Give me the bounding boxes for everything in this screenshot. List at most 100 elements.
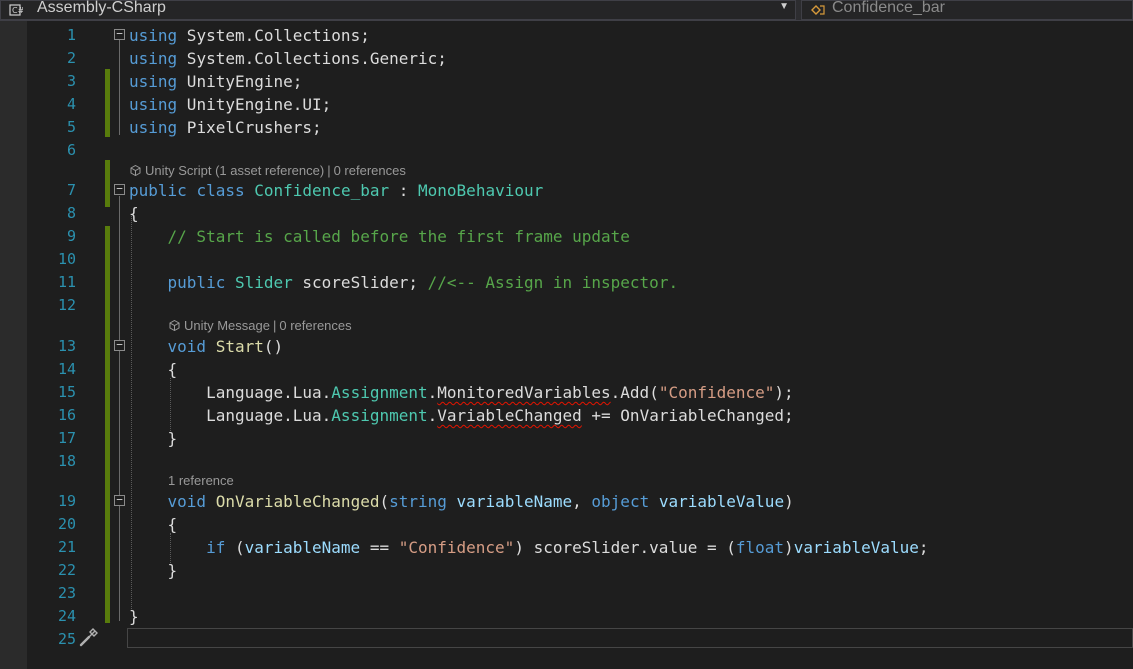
code-text[interactable]: {	[129, 205, 139, 222]
code-line[interactable]: 4 using UnityEngine.UI;	[0, 93, 1133, 116]
line-number: 9	[66, 227, 76, 245]
code-line[interactable]: 22 }	[0, 559, 1133, 582]
code-text[interactable]: Language.Lua.Assignment.MonitoredVariabl…	[129, 384, 794, 401]
code-token: using	[129, 49, 178, 68]
code-line[interactable]: 12	[0, 294, 1133, 317]
code-text[interactable]: using UnityEngine.UI;	[129, 96, 331, 113]
code-line[interactable]: 13 void Start()	[0, 335, 1133, 358]
code-line[interactable]: 6	[0, 139, 1133, 162]
codelens-text[interactable]: Unity Message	[184, 318, 270, 333]
code-token: OnVariableChanged	[215, 492, 380, 511]
code-line[interactable]: 2 using System.Collections.Generic;	[0, 47, 1133, 70]
code-text[interactable]: }	[129, 608, 139, 625]
code-token: :	[389, 181, 419, 200]
code-text[interactable]: using PixelCrushers;	[129, 119, 322, 136]
code-token: UnityEngine.UI;	[177, 95, 332, 114]
code-token: )	[784, 492, 794, 511]
code-editor[interactable]: − − − − Unity Script (1 asset reference)…	[0, 21, 1133, 669]
code-text[interactable]: public class Confidence_bar : MonoBehavi…	[129, 182, 543, 199]
code-line[interactable]: 20 {	[0, 513, 1133, 536]
line-number: 24	[57, 607, 76, 625]
code-token: .	[427, 406, 438, 425]
line-number: 1	[66, 26, 76, 44]
line-number: 15	[57, 383, 76, 401]
line-number: 16	[57, 406, 76, 424]
code-text[interactable]: }	[129, 429, 178, 448]
codelens-separator: |	[327, 163, 331, 178]
code-line[interactable]: 21 if (variableName == "Confidence") sco…	[0, 536, 1133, 559]
code-token: variableValue	[658, 492, 785, 511]
code-line[interactable]: 15 Language.Lua.Assignment.MonitoredVari…	[0, 381, 1133, 404]
code-token: .	[427, 383, 438, 402]
chevron-down-icon[interactable]: ▼	[779, 1, 789, 12]
code-token: System.Collections;	[177, 26, 370, 45]
code-token: MonitoredVariables	[437, 383, 611, 402]
code-line[interactable]: 24}	[0, 605, 1133, 628]
code-token: variableValue	[793, 538, 919, 557]
line-number: 6	[66, 141, 76, 159]
code-text[interactable]: using UnityEngine;	[129, 73, 302, 90]
code-line[interactable]: 17 }	[0, 427, 1133, 450]
codelens-references[interactable]: 0 references	[279, 318, 351, 333]
code-token: public	[129, 181, 187, 200]
code-line[interactable]: 23	[0, 582, 1133, 605]
code-text[interactable]: void OnVariableChanged(string variableNa…	[129, 493, 794, 510]
code-text[interactable]: {	[129, 361, 178, 378]
csharp-project-icon: C#	[9, 4, 23, 16]
code-token: variableName	[244, 538, 361, 557]
code-token: }	[129, 429, 178, 448]
codelens-start[interactable]: Unity Message | 0 references	[169, 318, 352, 333]
code-line[interactable]: 19 void OnVariableChanged(string variabl…	[0, 490, 1133, 513]
code-line[interactable]: 11 public Slider scoreSlider; //<-- Assi…	[0, 271, 1133, 294]
code-text[interactable]: {	[129, 516, 178, 533]
code-text[interactable]: using System.Collections;	[129, 27, 370, 44]
project-dropdown[interactable]: C# Assembly-CSharp ▼	[0, 0, 796, 20]
code-text[interactable]: public Slider scoreSlider; //<-- Assign …	[129, 273, 679, 292]
code-line[interactable]: 18	[0, 450, 1133, 473]
code-token: using	[129, 95, 178, 114]
code-line[interactable]: 1 using System.Collections;	[0, 24, 1133, 47]
code-token: .Add(	[610, 383, 659, 402]
code-text[interactable]: Language.Lua.Assignment.VariableChanged …	[129, 407, 794, 424]
codelens-handler[interactable]: 1 reference	[168, 473, 234, 488]
codelens-references[interactable]: 0 references	[334, 163, 406, 178]
code-text[interactable]: if (variableName == "Confidence") scoreS…	[129, 539, 929, 556]
code-line[interactable]: 8{	[0, 202, 1133, 225]
code-line[interactable]: 10	[0, 248, 1133, 271]
code-line[interactable]: 14 {	[0, 358, 1133, 381]
code-token: public	[167, 273, 226, 292]
code-line[interactable]: 16 Language.Lua.Assignment.VariableChang…	[0, 404, 1133, 427]
code-text[interactable]: void Start()	[129, 338, 284, 355]
code-token: PixelCrushers;	[177, 118, 322, 137]
line-number: 2	[66, 49, 76, 67]
code-token: Language.Lua.	[129, 383, 332, 402]
line-number: 21	[57, 538, 76, 556]
codelens-class[interactable]: Unity Script (1 asset reference) | 0 refer…	[130, 163, 406, 178]
class-dropdown[interactable]: Confidence_bar	[801, 0, 1133, 20]
code-line[interactable]: 5 using PixelCrushers;	[0, 116, 1133, 139]
code-token: MonoBehaviour	[418, 181, 544, 200]
code-text[interactable]: // Start is called before the first fram…	[129, 228, 630, 245]
line-number: 17	[57, 429, 76, 447]
line-number: 11	[57, 273, 76, 291]
code-line[interactable]: 25	[0, 628, 1133, 651]
line-number: 25	[57, 630, 76, 648]
line-number: 10	[57, 250, 76, 268]
codelens-references[interactable]: 1 reference	[168, 473, 234, 488]
code-line[interactable]: 7 public class Confidence_bar : MonoBehav…	[0, 179, 1133, 202]
code-line[interactable]: 9 // Start is called before the first fr…	[0, 225, 1133, 248]
code-token: float	[735, 538, 785, 557]
codelens-text[interactable]: Unity Script (1 asset reference)	[145, 163, 324, 178]
code-line[interactable]: 3 using UnityEngine;	[0, 70, 1133, 93]
code-text[interactable]: }	[129, 562, 178, 579]
code-token: );	[774, 383, 794, 402]
code-token: "Confidence"	[658, 383, 775, 402]
code-text[interactable]: using System.Collections.Generic;	[129, 50, 447, 67]
line-number: 23	[57, 584, 76, 602]
code-token: if	[206, 538, 226, 557]
